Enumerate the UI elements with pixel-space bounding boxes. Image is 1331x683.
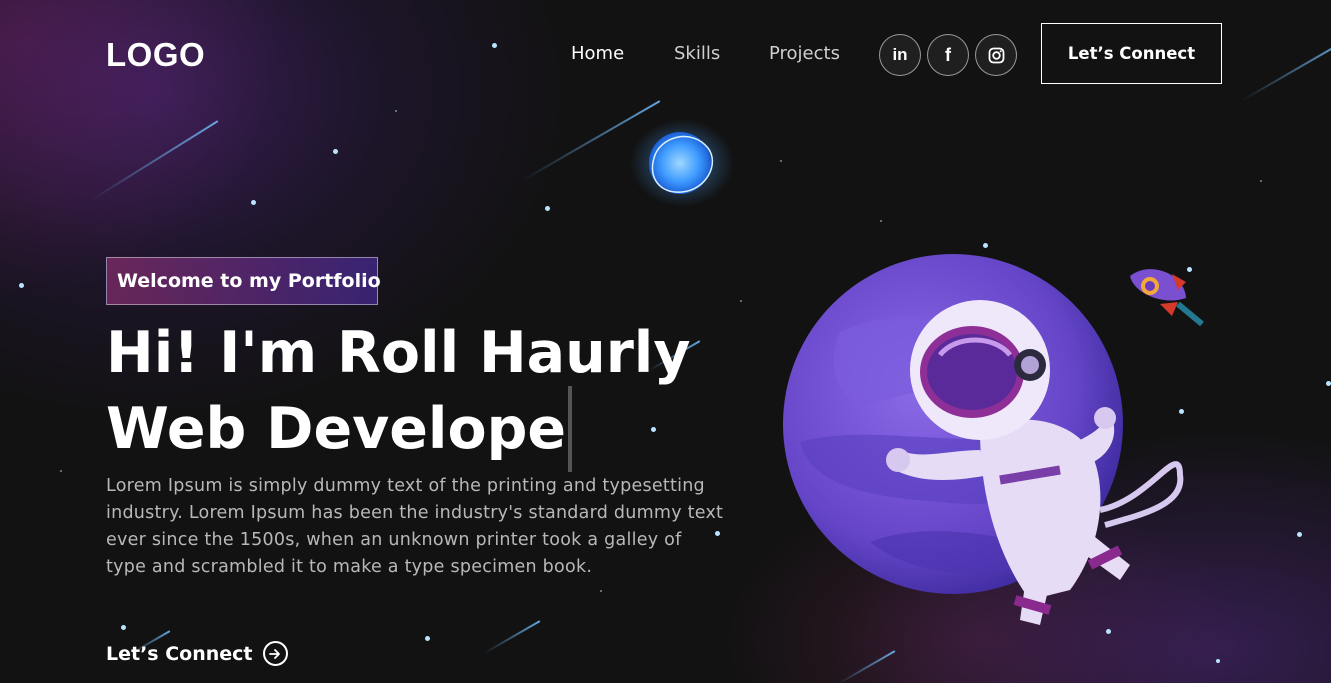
facebook-button[interactable]: f [927, 34, 969, 76]
headline-line-2: Web Develope [106, 396, 567, 462]
shooting-star [483, 620, 541, 655]
shooting-star [90, 120, 219, 202]
shooting-star [1240, 40, 1331, 102]
hero-description: Lorem Ipsum is simply dummy text of the … [106, 476, 724, 577]
linkedin-icon: in [892, 45, 908, 64]
hero-headline: Hi! I'm Roll Haurly Web Develope [106, 320, 746, 472]
blue-planet-image [630, 119, 734, 207]
instagram-button[interactable] [975, 34, 1017, 76]
star [60, 470, 62, 472]
nav-link-projects[interactable]: Projects [769, 43, 840, 64]
star [1297, 532, 1302, 537]
tagline-badge: Welcome to my Portfolio [106, 257, 381, 305]
star [983, 243, 988, 248]
star [545, 206, 550, 211]
star [780, 160, 782, 162]
star [121, 625, 126, 630]
typing-cursor [568, 386, 573, 472]
star [880, 220, 882, 222]
arrow-right-circle-icon [262, 641, 288, 666]
shooting-star [838, 650, 896, 683]
logo[interactable]: LOGO [106, 36, 205, 74]
star [1216, 659, 1220, 663]
star [1326, 381, 1331, 386]
astronaut-image [886, 300, 1184, 625]
star [600, 590, 602, 592]
rocket-image [1130, 269, 1204, 327]
star [1260, 180, 1262, 182]
star [492, 43, 497, 48]
instagram-icon [988, 47, 1004, 63]
star [740, 300, 742, 302]
star [19, 283, 24, 288]
headline-line-1: Hi! I'm Roll Haurly [106, 320, 691, 386]
star [425, 636, 430, 641]
nav-link-skills[interactable]: Skills [674, 43, 720, 64]
nav-link-home[interactable]: Home [571, 43, 624, 64]
star [251, 200, 256, 205]
lets-connect-link[interactable]: Let’s Connect [106, 641, 288, 666]
star [395, 110, 397, 112]
linkedin-button[interactable]: in [879, 34, 921, 76]
facebook-icon: f [945, 44, 951, 65]
lets-connect-button[interactable]: Let’s Connect [1041, 23, 1222, 84]
lets-connect-label: Let’s Connect [106, 642, 253, 665]
star [333, 149, 338, 154]
